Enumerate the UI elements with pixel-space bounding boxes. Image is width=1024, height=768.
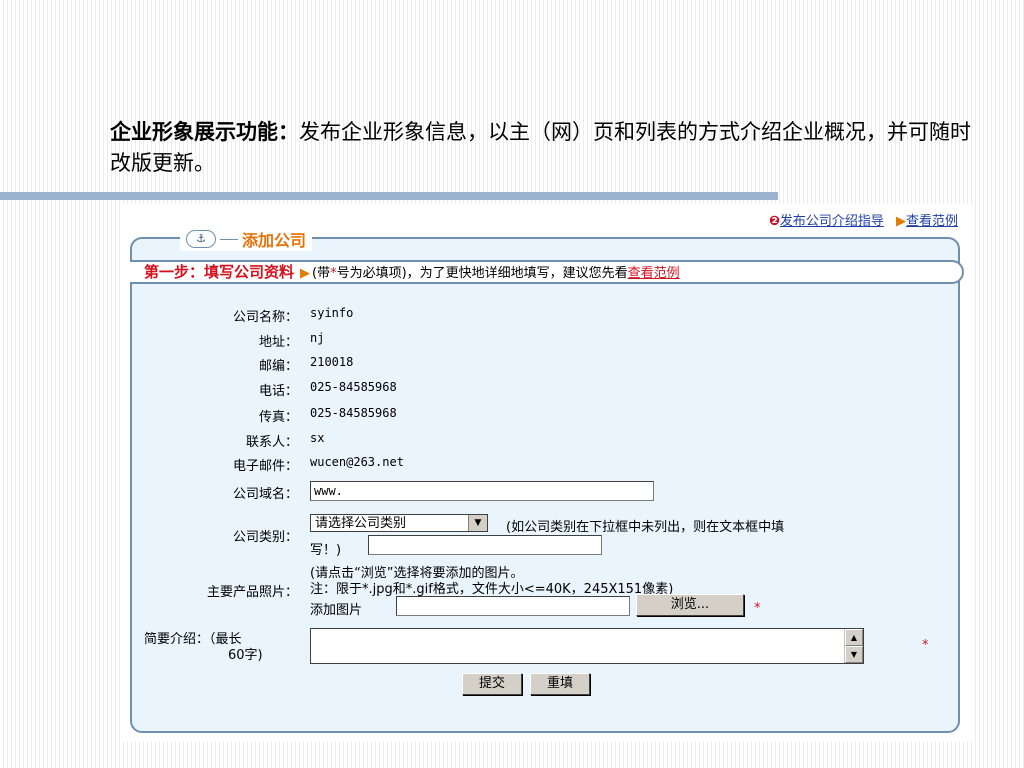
field-label: 传真： [258, 410, 298, 425]
field-email: 电子邮件： wucen@263.net [132, 455, 958, 477]
intro-label-1: 简要介绍：（最长 [144, 632, 242, 647]
intro-required-mark: * [922, 638, 929, 653]
slide-divider [0, 192, 778, 200]
slide-heading-bold: 企业形象展示功能： [110, 119, 299, 144]
field-value: syinfo [310, 306, 354, 320]
step-example-link[interactable]: 查看范例 [628, 266, 680, 281]
screenshot-frame: ❷发布公司介绍指导 ▶查看范例 ⚓ 添加公司 第一步：填写公司资料 ▶ (带*号为必… [120, 204, 972, 742]
domain-label: 公司域名： [232, 487, 298, 502]
arrow-right-icon: ▶ [895, 214, 906, 229]
intro-label-2: 60字) [228, 648, 263, 663]
photo-required-mark: * [754, 601, 761, 616]
example-link[interactable]: 查看范例 [906, 214, 958, 229]
reset-button[interactable]: 重填 [530, 673, 590, 695]
add-photo-label: 添加图片 [310, 603, 363, 618]
field-value: 025-84585968 [310, 406, 397, 420]
field-phone: 电话： 025-84585968 [132, 380, 958, 402]
top-links: ❷发布公司介绍指导 ▶查看范例 [769, 210, 958, 229]
category-note-2: 写！) [310, 543, 342, 558]
field-label: 公司名称： [232, 310, 298, 325]
field-fax: 传真： 025-84585968 [132, 406, 958, 428]
legend-line [220, 238, 238, 240]
field-label: 邮编： [258, 359, 298, 374]
step-bar: 第一步：填写公司资料 ▶ (带*号为必填项)，为了更快地详细地填写，建议您先看查看范… [130, 260, 964, 284]
field-postcode: 邮编： 210018 [132, 355, 958, 377]
intro-textarea[interactable]: ▲ ▼ [310, 628, 864, 664]
scroll-up-icon[interactable]: ▲ [845, 629, 863, 646]
triangle-icon: ▶ [300, 266, 311, 281]
category-note-1: (如公司类别在下拉框中未列出，则在文本框中填 [506, 520, 785, 535]
step-hint-mid: 号为必填项)，为了更快地详细地填写，建议您先看 [336, 266, 628, 281]
field-value: 025-84585968 [310, 380, 397, 394]
step-label: 第一步：填写公司资料 [144, 263, 295, 281]
panel-title: 添加公司 [242, 231, 307, 250]
slide-description: 企业形象展示功能：发布企业形象信息，以主（网）页和列表的方式介绍企业概况，并可随… [110, 116, 990, 179]
category-selected: 请选择公司类别 [315, 516, 407, 531]
field-company-name: 公司名称： syinfo [132, 306, 958, 328]
field-value: sx [310, 431, 325, 445]
field-value: wucen@263.net [310, 455, 404, 469]
field-label: 联系人： [245, 435, 298, 450]
field-label: 电子邮件： [232, 459, 298, 474]
field-value: nj [310, 331, 325, 345]
help-icon: ❷ [768, 214, 780, 229]
anchor-icon: ⚓ [186, 230, 216, 248]
step-hint-pre: (带 [312, 266, 331, 281]
guide-link[interactable]: 发布公司介绍指导 [780, 214, 884, 229]
field-contact: 联系人： sx [132, 431, 958, 453]
add-company-panel: ⚓ 添加公司 第一步：填写公司资料 ▶ (带 * 号为必填项)，为了更快地详细地填写，建… [130, 227, 964, 733]
field-label: 地址： [258, 335, 298, 350]
field-value: 210018 [310, 355, 354, 369]
category-other-input[interactable] [368, 535, 602, 555]
category-label: 公司类别： [232, 530, 298, 545]
photo-label: 主要产品照片： [206, 585, 298, 600]
browse-button[interactable]: 浏览... [636, 594, 744, 616]
field-label: 电话： [258, 384, 298, 399]
panel-legend: ⚓ 添加公司 [180, 227, 313, 251]
scroll-down-icon[interactable]: ▼ [845, 646, 863, 663]
field-address: 地址： nj [132, 331, 958, 353]
category-select[interactable]: 请选择公司类别 ▼ [310, 514, 488, 532]
scrollbar[interactable]: ▲ ▼ [844, 629, 863, 663]
submit-button[interactable]: 提交 [462, 673, 522, 695]
photo-file-input[interactable] [396, 596, 630, 616]
domain-input[interactable] [310, 481, 654, 501]
chevron-down-icon[interactable]: ▼ [468, 515, 487, 531]
